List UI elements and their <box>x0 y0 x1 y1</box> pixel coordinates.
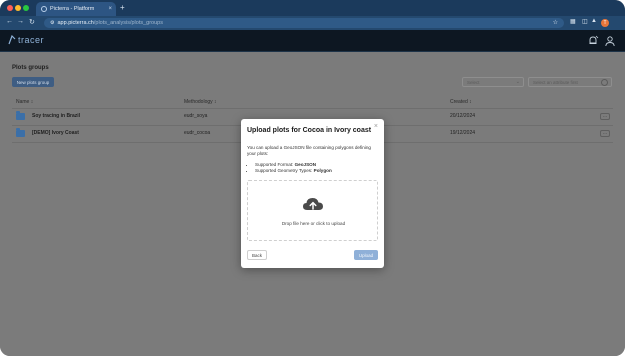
column-header-methodology[interactable]: Methodology ↕ <box>184 99 217 105</box>
reload-icon[interactable]: ↻ <box>29 18 35 26</box>
logo-text: tracer <box>18 35 45 45</box>
profile-avatar[interactable]: T <box>601 19 609 27</box>
folder-icon <box>16 128 25 137</box>
tab-close-icon[interactable]: × <box>108 6 112 12</box>
dialog-description: You can upload a GeoJSON file containing… <box>247 145 371 156</box>
extension-icon[interactable]: ▲ <box>591 18 597 24</box>
notifications-icon[interactable] <box>587 35 599 47</box>
new-tab-button[interactable]: + <box>120 3 125 12</box>
search-icon <box>601 79 608 86</box>
column-header-created[interactable]: Created ↕ <box>450 99 472 105</box>
geometry-label: Supported Geometry Types: <box>255 168 314 173</box>
url-path: /plots_analysis/plots_groups <box>93 20 163 26</box>
back-icon[interactable]: ← <box>6 18 13 25</box>
split-view-icon[interactable]: ◫ <box>582 18 588 25</box>
row-created: 19/12/2024 <box>450 130 476 136</box>
site-info-icon[interactable]: ⚙ <box>50 20 54 26</box>
user-icon[interactable] <box>604 35 616 47</box>
column-header-name[interactable]: Name ↕ <box>16 99 33 105</box>
row-more-button[interactable]: ⋯ <box>600 113 610 120</box>
file-dropzone[interactable]: Drop file here or click to upload <box>247 180 378 241</box>
chevron-down-icon: ⌄ <box>515 79 520 85</box>
supported-types-list: Supported Format: GeoJSON Supported Geom… <box>255 162 332 174</box>
tab-title: Picterra - Platform <box>50 6 95 12</box>
favicon-icon <box>41 6 47 12</box>
url-host: app.picterra.ch <box>57 20 94 26</box>
row-created: 20/12/2024 <box>450 113 476 119</box>
app-header: tracer <box>0 30 625 52</box>
geometry-value: Polygon <box>313 168 332 173</box>
row-more-button[interactable]: ⋯ <box>600 130 610 137</box>
dialog-title: Upload plots for Cocoa in Ivory coast <box>247 127 372 134</box>
maximize-window-button[interactable] <box>23 5 29 11</box>
page-title: Plots groups <box>12 65 49 71</box>
browser-tab-bar: Picterra - Platform × + <box>0 0 625 16</box>
cloud-upload-icon <box>303 198 323 210</box>
tracer-logo[interactable]: tracer <box>8 35 44 45</box>
url-field[interactable]: ⚙ app.picterra.ch/plots_analysis/plots_g… <box>44 18 564 28</box>
folder-icon <box>16 111 25 120</box>
format-value: GeoJSON <box>294 162 317 167</box>
attribute-select[interactable]: Select ⌄ <box>462 77 524 87</box>
browser-window: Picterra - Platform × + ← → ↻ ⚙ app.pict… <box>0 0 625 356</box>
search-placeholder: Select an attribute first <box>533 79 578 85</box>
dropzone-text: Drop file here or click to upload <box>281 221 346 226</box>
minimize-window-button[interactable] <box>15 5 21 11</box>
tracer-logo-icon <box>8 35 16 45</box>
upload-button[interactable]: Upload <box>354 250 378 260</box>
attribute-search-input[interactable]: Select an attribute first <box>528 77 612 87</box>
row-methodology: eudr_cocoa <box>184 130 211 136</box>
row-methodology: eudr_soya <box>184 113 208 119</box>
back-button[interactable]: Back <box>247 250 267 260</box>
bookmark-star-icon[interactable]: ☆ <box>553 19 558 26</box>
forward-icon[interactable]: → <box>17 18 24 25</box>
address-bar-row: ← → ↻ ⚙ app.picterra.ch/plots_analysis/p… <box>0 16 625 30</box>
row-name[interactable]: Soy tracing in Brazil <box>32 113 80 119</box>
browser-tab[interactable]: Picterra - Platform × <box>36 2 116 16</box>
format-label: Supported Format: <box>255 162 295 167</box>
new-plots-group-button[interactable]: New plots group <box>12 77 54 87</box>
extensions-icon[interactable]: ▦ <box>570 18 576 25</box>
select-placeholder: Select <box>467 79 480 85</box>
close-icon[interactable]: × <box>374 123 378 130</box>
close-window-button[interactable] <box>7 5 13 11</box>
upload-plots-dialog: Upload plots for Cocoa in Ivory coast × … <box>241 119 384 268</box>
supported-geometry-item: Supported Geometry Types: Polygon <box>255 168 332 174</box>
row-name[interactable]: [DEMO] Ivory Coast <box>32 130 79 136</box>
